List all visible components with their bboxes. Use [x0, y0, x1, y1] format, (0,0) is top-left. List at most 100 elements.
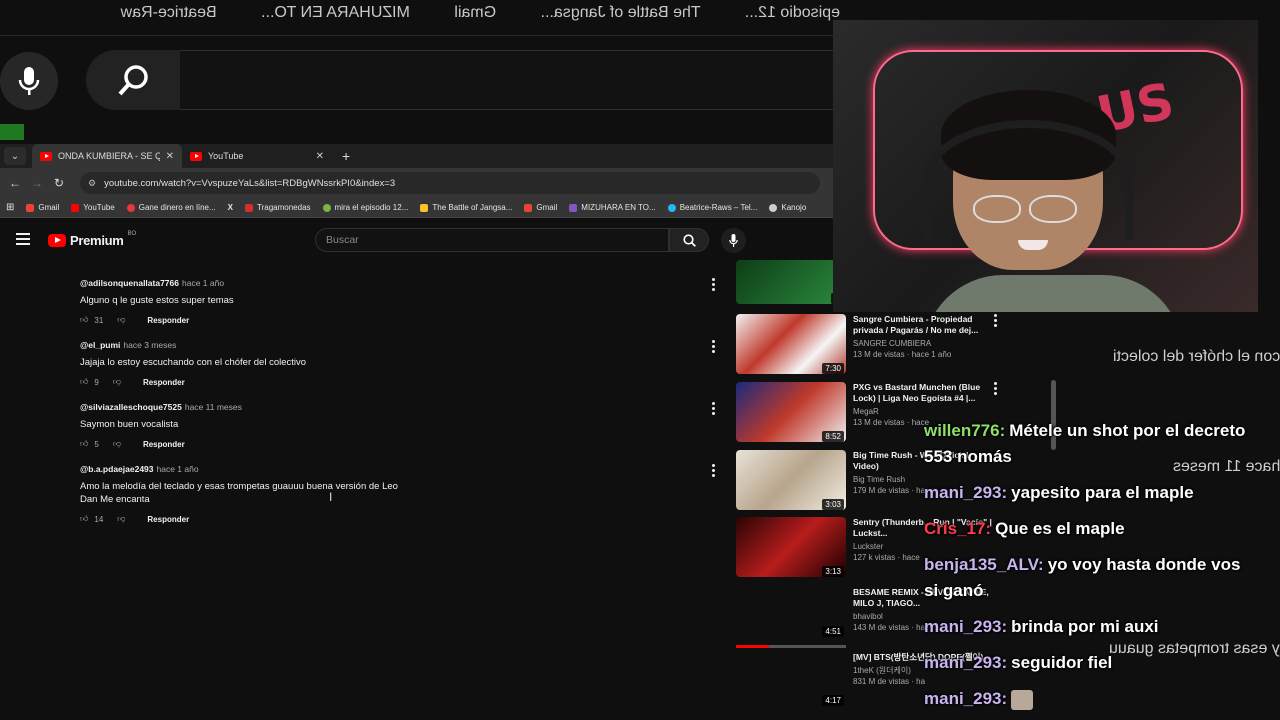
chat-message: benja135_ALV: yo voy hasta donde vos si g… — [924, 552, 1254, 604]
comment-author[interactable]: @silviazalleschoque7525 — [80, 402, 182, 412]
mirrored-search-field — [180, 50, 840, 110]
recommended-video[interactable]: 8:52 PXG vs Bastard Munchen (Blue Lock) … — [736, 382, 997, 446]
bookmark-gane-dinero[interactable]: Gane dinero en líne... — [126, 203, 216, 212]
reply-button[interactable]: Responder — [147, 515, 189, 524]
comment-time[interactable]: hace 1 año — [182, 278, 224, 288]
search-input[interactable]: Buscar — [315, 228, 669, 252]
tab-youtube[interactable]: YouTube ✕ — [182, 144, 332, 168]
recommended-video[interactable]: 4:17 [MV] BTS(방탄소년단) DOPE(쩔어) 1theK (원더케이… — [736, 652, 983, 716]
chat-message: mani_293: brinda por mi auxi — [924, 614, 1254, 640]
comment-time[interactable]: hace 3 meses — [123, 340, 176, 350]
reply-button[interactable]: Responder — [143, 378, 185, 387]
search-icon — [682, 233, 696, 247]
site-info-icon[interactable]: ⚙ — [88, 178, 96, 189]
tab-active[interactable]: ONDA KUMBIERA - SE QUE TE... ✕ — [32, 144, 182, 168]
bookmark-episodio[interactable]: mira el episodio 12... — [322, 203, 408, 212]
chat-user: mani_293: — [924, 483, 1008, 502]
chat-message: mani_293: — [924, 686, 1254, 712]
chat-message: Cris_17: Que es el maple — [924, 516, 1254, 542]
more-options-icon[interactable] — [712, 464, 716, 477]
bookmark-label: Gmail — [536, 203, 558, 212]
comment-author[interactable]: @b.a.pdaejae2493 — [80, 464, 154, 474]
search-button[interactable] — [669, 228, 709, 252]
tab-label: ONDA KUMBIERA - SE QUE TE... — [58, 151, 160, 161]
mirror-text: Gmail — [454, 4, 497, 21]
like-icon[interactable]: 👍︎ — [80, 439, 88, 449]
more-options-icon[interactable] — [994, 314, 998, 327]
youtube-logo-icon — [48, 234, 66, 247]
like-icon[interactable]: 👍︎ — [80, 315, 88, 325]
like-count: 14 — [94, 514, 104, 524]
chat-message: willen776: Métele un shot por el decreto … — [924, 418, 1254, 470]
bookmark-mizuhara[interactable]: MIZUHARA EN TO... — [569, 203, 656, 212]
bookmark-youtube[interactable]: YouTube — [71, 203, 115, 212]
video-duration: 7:30 — [822, 363, 844, 374]
bookmark-label: Tragamonedas — [257, 203, 311, 212]
channel-name[interactable]: Luckster — [853, 541, 993, 552]
like-icon[interactable]: 👍︎ — [80, 514, 88, 524]
comment-time[interactable]: hace 1 año — [157, 464, 199, 474]
bookmark-gmail[interactable]: Gmail — [26, 203, 59, 212]
mirrored-text: con el chófer del colecti — [1112, 348, 1280, 365]
youtube-premium-logo[interactable]: Premium BO — [48, 231, 136, 248]
site-icon — [245, 203, 254, 212]
recommended-video[interactable]: 3:13 Sentry (Thunderb... Run | "Vacío" |… — [736, 517, 992, 581]
search-icon-large — [86, 50, 182, 110]
bookmark-battle[interactable]: The Battle of Jangsa... — [420, 203, 512, 212]
close-icon[interactable]: ✕ — [316, 151, 324, 162]
reply-button[interactable]: Responder — [147, 316, 189, 325]
comment-author[interactable]: @el_pumi — [80, 340, 120, 350]
dislike-icon[interactable]: 👎︎ — [113, 439, 121, 449]
new-tab-button[interactable]: + — [342, 148, 350, 164]
dislike-icon[interactable]: 👎︎ — [117, 514, 125, 524]
chat-message: mani_293: seguidor fiel — [924, 650, 1254, 676]
video-title[interactable]: Sangre Cumbiera - Propiedad privada / Pa… — [853, 314, 993, 336]
chat-text: yapesito para el maple — [1011, 483, 1194, 502]
recommended-video[interactable]: 4:51 BESAME REMIX - SEVEN KAYNE, MILO J,… — [736, 587, 989, 651]
close-icon[interactable]: ✕ — [166, 151, 174, 162]
streamer — [923, 90, 1183, 312]
watch-progress — [736, 645, 846, 648]
back-icon[interactable]: ← — [4, 176, 26, 190]
channel-name[interactable]: MegaR — [853, 406, 993, 417]
dislike-icon[interactable]: 👎︎ — [113, 377, 121, 387]
comment-time[interactable]: hace 11 meses — [185, 402, 242, 412]
like-icon[interactable]: 👍︎ — [80, 377, 88, 387]
url-text: youtube.com/watch?v=VvspuzeYaLs&list=RDB… — [104, 177, 396, 189]
channel-name[interactable]: SANGRE CUMBIERA — [853, 338, 993, 349]
youtube-icon — [40, 151, 52, 161]
gmail-icon — [26, 203, 35, 212]
mirrored-bookmarks-bg: episodio 12... The Battle of Jangsa... G… — [0, 0, 840, 36]
more-options-icon[interactable] — [994, 382, 998, 395]
more-options-icon[interactable] — [712, 278, 716, 291]
reply-button[interactable]: Responder — [143, 440, 185, 449]
apps-icon[interactable]: ⊞ — [6, 202, 14, 213]
comment: @el_pumi hace 3 meses Jajaja lo estoy esc… — [80, 340, 720, 387]
bookmark-x[interactable]: X — [228, 203, 233, 212]
more-options-icon[interactable] — [712, 340, 716, 353]
address-bar[interactable]: ⚙ youtube.com/watch?v=VvspuzeYaLs&list=R… — [80, 172, 820, 194]
recommended-video[interactable]: 7:30 Sangre Cumbiera - Propiedad privada… — [736, 314, 997, 378]
dislike-icon[interactable]: 👎︎ — [117, 315, 125, 325]
bookmark-label: Gane dinero en líne... — [138, 203, 216, 212]
video-title[interactable]: PXG vs Bastard Munchen (Blue Lock) | Lig… — [853, 382, 993, 404]
bookmark-tragamonedas[interactable]: Tragamonedas — [245, 203, 311, 212]
forward-icon[interactable]: → — [26, 176, 48, 190]
comment: @silviazalleschoque7525 hace 11 meses Say… — [80, 402, 720, 449]
voice-search-button[interactable] — [721, 228, 746, 253]
mirror-text: episodio 12... — [744, 4, 840, 21]
reload-icon[interactable]: ↻ — [48, 176, 70, 190]
more-options-icon[interactable] — [712, 402, 716, 415]
chat-text: brinda por mi auxi — [1011, 617, 1159, 636]
menu-icon[interactable] — [16, 233, 30, 245]
emote-icon — [1011, 689, 1034, 710]
video-thumbnail[interactable] — [736, 260, 846, 304]
tab-search-button[interactable]: ⌄ — [4, 147, 26, 165]
bookmark-beatrice[interactable]: Beatrice-Raws – Tel... — [667, 203, 757, 212]
recommended-video[interactable]: 3:03 Big Time Rush - W... (Official Vide… — [736, 450, 969, 514]
bookmark-gmail-2[interactable]: Gmail — [524, 203, 557, 212]
comment-author[interactable]: @adilsonquenallata7766 — [80, 278, 179, 288]
browser-tab-strip: ⌄ ONDA KUMBIERA - SE QUE TE... ✕ YouTube… — [0, 144, 840, 168]
video-thumbnail[interactable] — [736, 587, 846, 647]
bookmark-kanojo[interactable]: Kanojo — [769, 203, 806, 212]
